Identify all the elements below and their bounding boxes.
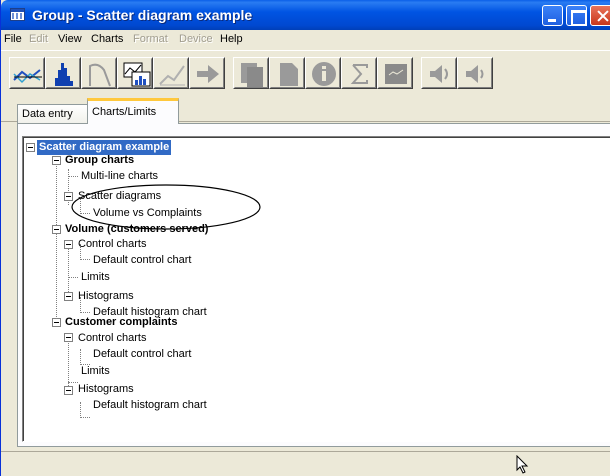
arrow-right-icon bbox=[197, 65, 219, 83]
info-button[interactable] bbox=[305, 57, 341, 89]
monitor-button[interactable] bbox=[377, 57, 413, 89]
menu-view[interactable]: View bbox=[58, 33, 82, 45]
tab-data-entry[interactable]: Data entry bbox=[17, 104, 89, 124]
tree-node-volume-control-charts[interactable]: Control charts bbox=[78, 237, 146, 252]
histogram-icon bbox=[55, 63, 73, 86]
tree-node-customer-complaints[interactable]: Customer complaints bbox=[65, 315, 177, 330]
tree-node-volume-limits[interactable]: Limits bbox=[81, 270, 110, 285]
annotation-ellipse bbox=[71, 184, 261, 230]
speaker-2-icon bbox=[466, 65, 484, 83]
collapse-toggle[interactable] bbox=[64, 292, 73, 301]
tree-node-complaints-limits[interactable]: Limits bbox=[81, 364, 110, 379]
minimize-button[interactable] bbox=[542, 5, 563, 26]
tree-node-complaints-default-control-chart[interactable]: Default control chart bbox=[93, 347, 191, 362]
document-button[interactable] bbox=[269, 57, 305, 89]
documents-icon bbox=[241, 63, 263, 87]
close-button[interactable] bbox=[590, 5, 610, 26]
tree-line bbox=[80, 417, 90, 418]
tree-line bbox=[68, 244, 69, 298]
curve-chart-button[interactable] bbox=[81, 57, 117, 89]
maximize-button[interactable] bbox=[566, 5, 587, 26]
menu-bar: File Edit View Charts Format Device Help bbox=[1, 30, 610, 48]
chart-tree-view[interactable]: Scatter diagram example Group charts Mul… bbox=[22, 136, 610, 442]
scatter-chart-button[interactable] bbox=[117, 57, 153, 89]
tree-node-complaints-control-charts[interactable]: Control charts bbox=[78, 331, 146, 346]
tree-node-complaints-default-histogram-chart[interactable]: Default histogram chart bbox=[93, 398, 207, 413]
next-button[interactable] bbox=[189, 57, 225, 89]
histogram-button[interactable] bbox=[45, 57, 81, 89]
tree-line bbox=[68, 176, 78, 177]
collapse-toggle[interactable] bbox=[52, 225, 61, 234]
tree-line bbox=[56, 154, 57, 321]
sigma-icon bbox=[350, 64, 368, 84]
collapse-toggle[interactable] bbox=[64, 333, 73, 342]
collapse-toggle[interactable] bbox=[26, 143, 35, 152]
title-bar[interactable]: Group - Scatter diagram example bbox=[1, 0, 610, 30]
multi-line-chart-icon bbox=[13, 69, 42, 84]
collapse-toggle[interactable] bbox=[64, 386, 73, 395]
sound-2-button[interactable] bbox=[457, 57, 493, 89]
tree-line bbox=[80, 259, 90, 260]
application-window: Group - Scatter diagram example File Edi… bbox=[0, 0, 610, 476]
tab-charts-limits[interactable]: Charts/Limits bbox=[87, 98, 179, 124]
tree-line bbox=[80, 349, 81, 365]
speaker-icon bbox=[430, 65, 448, 83]
info-icon bbox=[312, 62, 336, 86]
collapse-toggle[interactable] bbox=[52, 318, 61, 327]
mouse-cursor-icon bbox=[516, 455, 529, 474]
window-title: Group - Scatter diagram example bbox=[32, 7, 253, 23]
tree-line bbox=[68, 382, 78, 383]
documents-button[interactable] bbox=[233, 57, 269, 89]
control-chart-button[interactable] bbox=[153, 57, 189, 89]
tab-data-entry-label: Data entry bbox=[22, 108, 73, 120]
charts-limits-panel: Scatter diagram example Group charts Mul… bbox=[17, 123, 610, 447]
menu-file[interactable]: File bbox=[4, 33, 22, 45]
tree-node-group-charts[interactable]: Group charts bbox=[65, 153, 134, 168]
tree-line bbox=[80, 402, 81, 418]
tree-node-complaints-histograms[interactable]: Histograms bbox=[78, 382, 134, 397]
tree-line bbox=[80, 312, 90, 313]
tree-line bbox=[68, 277, 78, 278]
collapse-toggle[interactable] bbox=[64, 240, 73, 249]
tree-line bbox=[68, 335, 69, 388]
multi-line-chart-button[interactable] bbox=[9, 57, 45, 89]
document-icon bbox=[280, 63, 298, 86]
statistics-button[interactable] bbox=[341, 57, 377, 89]
menu-edit[interactable]: Edit bbox=[29, 33, 48, 45]
scatter-chart-icon bbox=[123, 62, 151, 87]
menu-format[interactable]: Format bbox=[133, 33, 168, 45]
menu-help[interactable]: Help bbox=[220, 33, 243, 45]
monitor-icon bbox=[385, 64, 407, 84]
sound-button[interactable] bbox=[421, 57, 457, 89]
menu-device[interactable]: Device bbox=[179, 33, 213, 45]
app-icon[interactable] bbox=[10, 8, 25, 21]
control-chart-icon bbox=[159, 65, 185, 86]
tree-node-volume-histograms[interactable]: Histograms bbox=[78, 289, 134, 304]
tree-node-volume-default-control-chart[interactable]: Default control chart bbox=[93, 253, 191, 268]
menu-charts[interactable]: Charts bbox=[91, 33, 123, 45]
collapse-toggle[interactable] bbox=[52, 156, 61, 165]
tab-charts-limits-label: Charts/Limits bbox=[92, 106, 157, 118]
curve-icon bbox=[89, 63, 111, 87]
